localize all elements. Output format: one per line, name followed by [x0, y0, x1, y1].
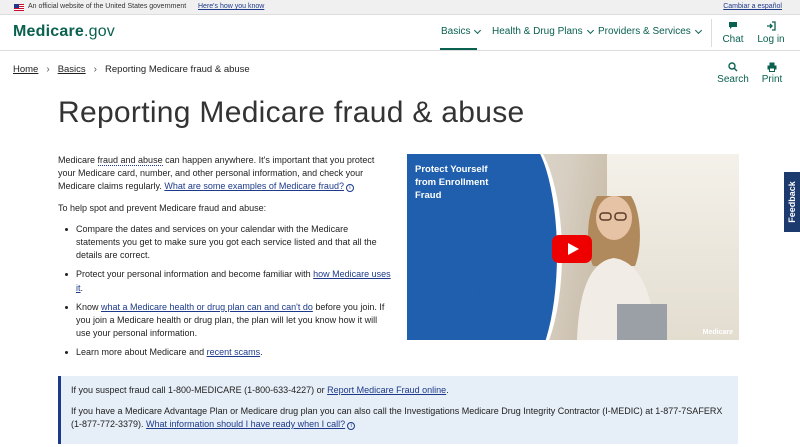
fraud-examples-link[interactable]: What are some examples of Medicare fraud… — [164, 181, 344, 191]
list-item: Know what a Medicare health or drug plan… — [58, 301, 393, 341]
espanol-link[interactable]: Cambiar a español — [723, 3, 782, 10]
breadcrumb-home[interactable]: Home — [13, 64, 38, 75]
gov-banner: An official website of the United States… — [0, 0, 800, 15]
info-icon[interactable]: i — [345, 184, 354, 193]
fraud-abuse-definition[interactable]: fraud and abuse — [97, 155, 163, 166]
video-brand: Medicare — [702, 329, 733, 336]
intro-text: Medicare — [58, 155, 98, 165]
page-title: Reporting Medicare fraud & abuse — [58, 96, 525, 129]
feedback-label: Feedback — [787, 181, 797, 223]
nav-health-label: Health & Drug Plans — [492, 26, 583, 37]
callout-text: If you suspect fraud call 1-800-MEDICARE… — [71, 385, 328, 395]
tip-text: Protect your personal information and be… — [76, 269, 314, 280]
active-nav-indicator — [440, 48, 477, 50]
chevron-down-icon — [694, 26, 702, 34]
play-icon[interactable] — [552, 235, 592, 263]
nav-basics[interactable]: Basics — [441, 26, 482, 37]
lead-paragraph: To help spot and prevent Medicare fraud … — [58, 202, 267, 213]
chat-button[interactable]: Chat — [721, 21, 745, 45]
list-item: Protect your personal information and be… — [58, 268, 393, 294]
nav-basics-label: Basics — [441, 26, 471, 37]
breadcrumb-basics[interactable]: Basics — [58, 64, 86, 75]
tips-list: Compare the dates and services on your c… — [58, 223, 393, 360]
list-item: Learn more about Medicare and recent sca… — [58, 346, 393, 359]
plan-can-cant-do-link[interactable]: what a Medicare health or drug plan can … — [101, 302, 313, 312]
feedback-tab[interactable]: Feedback — [784, 172, 800, 232]
chevron-right-icon: › — [93, 64, 98, 75]
report-fraud-online-link[interactable]: Report Medicare Fraud online — [327, 385, 446, 395]
callout-text: . — [446, 385, 449, 395]
main-content: Medicare fraud and abuse can happen anyw… — [58, 154, 393, 366]
breadcrumb-current: Reporting Medicare fraud & abuse — [105, 64, 250, 75]
callout-line-2: If you have a Medicare Advantage Plan or… — [71, 405, 728, 431]
tip-text: Know — [76, 301, 102, 312]
login-button[interactable]: Log in — [756, 21, 786, 45]
us-flag-icon — [14, 4, 24, 11]
intro-paragraph: Medicare fraud and abuse can happen anyw… — [58, 154, 393, 194]
medicare-logo[interactable]: Medicare.gov — [13, 23, 115, 41]
tip-text: Compare the dates and services on your c… — [76, 223, 377, 261]
print-icon — [757, 62, 787, 74]
chevron-right-icon: › — [46, 64, 50, 75]
video-player[interactable]: Protect Yourself from Enrollment Fraud M… — [407, 154, 739, 340]
nav-providers-label: Providers & Services — [598, 26, 691, 37]
header-divider — [711, 19, 712, 47]
info-ready-link[interactable]: What information should I have ready whe… — [146, 419, 345, 429]
chevron-down-icon — [586, 26, 594, 34]
tip-text: Learn more about Medicare and — [76, 347, 207, 358]
heres-how-you-know-link[interactable]: Here's how you know — [198, 3, 264, 10]
tip-text: . — [260, 347, 263, 358]
list-item: Compare the dates and services on your c… — [58, 223, 393, 263]
site-header: Medicare.gov Basics Health & Drug Plans … — [0, 15, 800, 51]
nav-providers-services[interactable]: Providers & Services — [598, 26, 702, 37]
print-label: Print — [761, 74, 783, 85]
tip-text: . — [80, 282, 84, 293]
login-label: Log in — [757, 34, 785, 45]
chevron-down-icon — [474, 26, 482, 34]
chat-label: Chat — [722, 34, 744, 45]
login-icon — [756, 21, 786, 32]
gov-banner-text: An official website of the United States… — [28, 3, 187, 10]
nav-health-drug-plans[interactable]: Health & Drug Plans — [492, 26, 594, 37]
chat-icon — [721, 21, 745, 32]
fraud-callout: If you suspect fraud call 1-800-MEDICARE… — [58, 376, 738, 444]
callout-line-1: If you suspect fraud call 1-800-MEDICARE… — [71, 384, 728, 397]
print-button[interactable]: Print — [757, 62, 787, 85]
search-label: Search — [717, 74, 749, 85]
breadcrumb: Home › Basics › Reporting Medicare fraud… — [13, 64, 250, 75]
video-title: Protect Yourself from Enrollment Fraud — [415, 164, 489, 201]
search-button[interactable]: Search — [716, 62, 750, 85]
search-icon — [716, 62, 750, 74]
recent-scams-link[interactable]: recent scams — [207, 347, 261, 357]
info-icon[interactable]: i — [347, 422, 356, 430]
